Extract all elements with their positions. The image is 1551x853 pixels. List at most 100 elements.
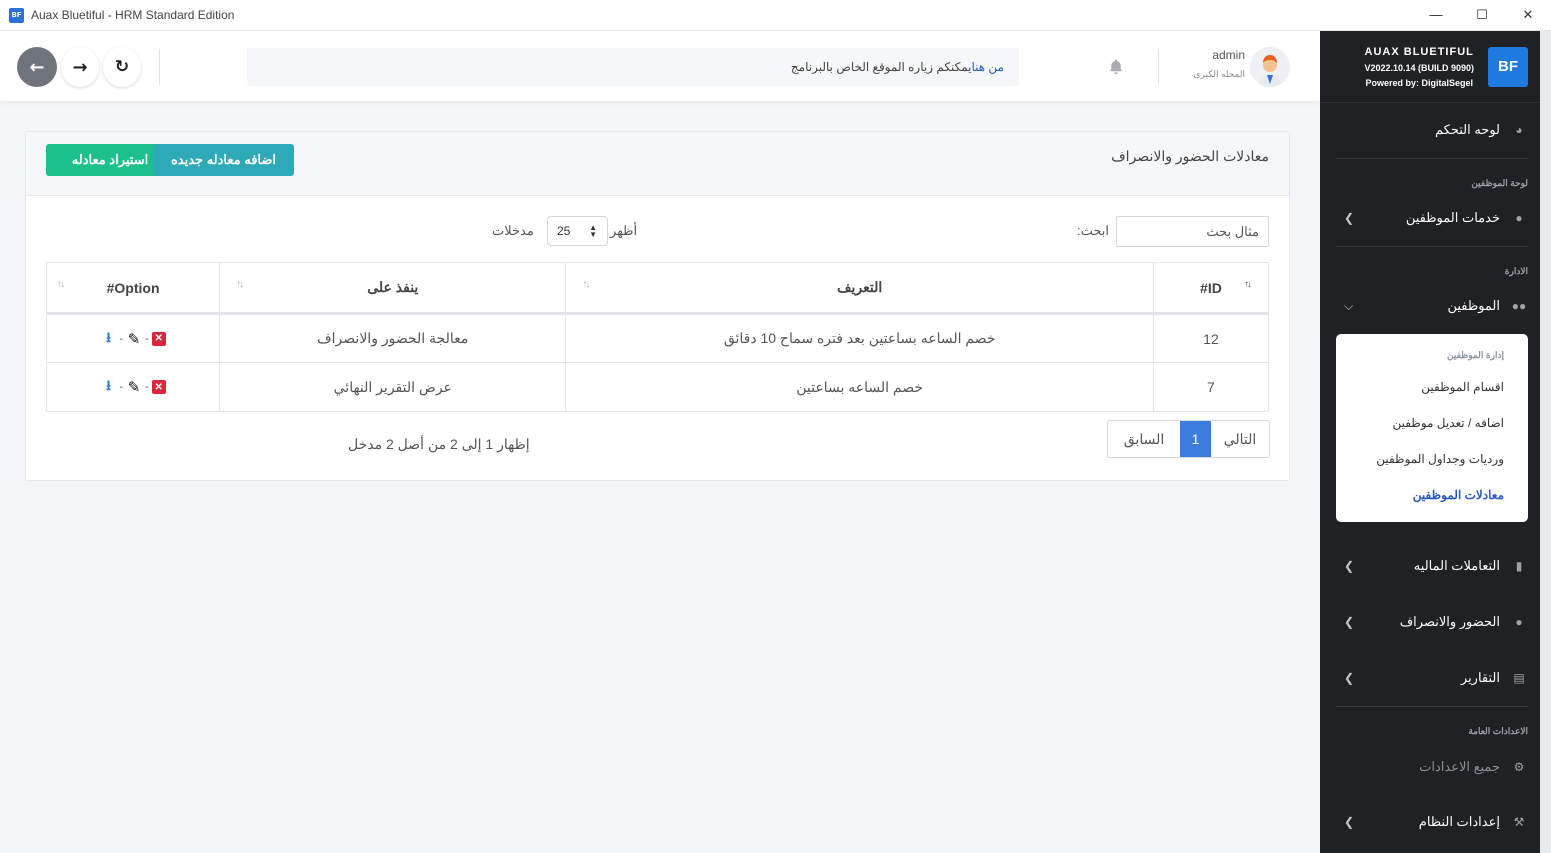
sidebar-divider — [1336, 246, 1528, 247]
user-clock-icon: ● — [1515, 615, 1523, 629]
cell-applies-on: معالجة الحضور والانصراف — [219, 313, 567, 363]
equations-table: ↑↓ #Option ↑↓ ينفذ على ↑↓ التعريف #ID ↑↓ — [45, 262, 1270, 412]
reload-icon: ↻ — [114, 57, 130, 77]
sidebar-divider — [1336, 158, 1528, 159]
sidebar-item-system-settings[interactable]: ❮ إعدادات النظام ⚒ — [1336, 802, 1528, 842]
arrow-right-icon: → — [72, 56, 88, 78]
users-icon: ●● — [1511, 299, 1527, 313]
edit-icon[interactable]: ✎ — [126, 379, 142, 396]
submenu-item-add-edit-employees[interactable]: اضافه / تعديل موظفين — [1392, 416, 1504, 430]
sidebar-item-label: إعدادات النظام — [1418, 814, 1500, 829]
sort-icon: ↑↓ — [582, 279, 590, 290]
submenu-item-departments[interactable]: اقسام الموظفين — [1421, 380, 1504, 394]
column-header-id[interactable]: #ID ↑↓ — [1152, 262, 1270, 315]
sidebar-item-label: لوحه التحكم — [1434, 122, 1500, 137]
user-branch: المحله الكبرى — [1193, 69, 1246, 79]
window-title: Auax Bluetiful - HRM Standard Edition — [31, 8, 235, 22]
table-row: ⭳ - ✎ - ✕ عرض التقرير النهائي خصم الساعه… — [45, 362, 1270, 412]
pagination-next[interactable]: التالي — [1211, 421, 1269, 457]
pagination-previous[interactable]: السابق — [1108, 421, 1180, 457]
sidebar-item-label: التقارير — [1460, 670, 1500, 685]
delete-icon[interactable]: ✕ — [151, 331, 166, 346]
sidebar-item-all-settings[interactable]: جميع الاعدادات ⚙ — [1336, 747, 1528, 787]
pagination: السابق 1 التالي — [1107, 420, 1270, 458]
brand-name: AUAX BLUETIFUL — [1364, 45, 1474, 58]
pagination-page-1[interactable]: 1 — [1180, 421, 1211, 457]
length-show-label: أظهر — [610, 223, 638, 238]
notice-link[interactable]: من هنا — [971, 60, 1004, 74]
cell-definition: خصم الساعه بساعتين — [565, 362, 1154, 412]
sort-icon: ↑↓ — [236, 279, 244, 290]
row-options: ⭳ - ✎ - ✕ — [45, 362, 221, 412]
sidebar: AUAX BLUETIFUL V2022.10.14 (BUILD 9090) … — [1320, 31, 1540, 853]
submenu-item-equations[interactable]: معادلات الموظفين — [1413, 488, 1504, 502]
gears-icon: ⚙ — [1513, 760, 1525, 774]
user-name: admin — [1212, 48, 1245, 62]
table-header-row: ↑↓ #Option ↑↓ ينفذ على ↑↓ التعريف #ID ↑↓ — [45, 262, 1270, 315]
sort-icon: ↑↓ — [57, 279, 65, 290]
user-info[interactable]: admin المحله الكبرى — [1165, 48, 1246, 80]
entries-select[interactable]: 25 ▲ ▼ — [547, 216, 608, 246]
window-controls: ― ☐ ✕ — [1413, 0, 1551, 31]
tools-icon: ⚒ — [1513, 815, 1525, 829]
edit-icon[interactable]: ✎ — [126, 331, 142, 348]
column-label-id: #ID — [1200, 279, 1222, 296]
cell-definition: خصم الساعه بساعتين بعد فتره سماح 10 دقائ… — [565, 313, 1154, 363]
chevron-left-icon: ❮ — [1344, 615, 1355, 629]
sidebar-item-label: الحضور والانصراف — [1399, 614, 1500, 629]
column-header-definition[interactable]: ↑↓ التعريف — [565, 262, 1154, 315]
employees-submenu: إدارة الموظفين اقسام الموظفين اضافه / تع… — [1336, 334, 1528, 522]
column-label-applies-on: ينفذ على — [367, 279, 419, 295]
website-notice: يمكنكم زياره الموقع الخاص بالبرنامج من ه… — [247, 48, 1019, 86]
sidebar-item-label: جميع الاعدادات — [1419, 759, 1500, 774]
cell-id: 12 — [1152, 313, 1270, 363]
window-edge — [1540, 31, 1551, 853]
back-button[interactable]: ← — [17, 47, 57, 87]
bell-icon[interactable] — [1106, 57, 1126, 77]
reload-button[interactable]: ↻ — [103, 47, 141, 87]
length-entries-label: مدخلات — [492, 223, 534, 238]
chevron-left-icon: ❮ — [1344, 671, 1355, 685]
search-label: :ابحث — [1076, 223, 1109, 238]
column-label-option: #Option — [106, 279, 160, 296]
sidebar-item-dashboard[interactable]: لوحه التحكم ◕ — [1336, 110, 1528, 150]
sidebar-item-label: الموظفين — [1447, 298, 1500, 313]
separator: - — [119, 332, 124, 345]
user-icon: ● — [1515, 211, 1523, 225]
sidebar-item-employees[interactable]: ⌵ الموظفين ●● — [1336, 286, 1528, 326]
brand-powered-by: Powered by: DigitalSegel — [1365, 77, 1473, 88]
delete-icon[interactable]: ✕ — [151, 380, 166, 394]
forward-button[interactable]: → — [61, 47, 99, 87]
chevron-left-icon: ❮ — [1344, 211, 1355, 225]
report-icon: ▤ — [1513, 671, 1525, 685]
separator: - — [145, 381, 149, 393]
cell-id: 7 — [1152, 362, 1270, 412]
maximize-icon[interactable]: ☐ — [1459, 0, 1505, 31]
submenu-item-shifts[interactable]: ورديات وجداول الموظفين — [1376, 452, 1504, 466]
search-input[interactable] — [1116, 216, 1269, 247]
chevron-left-icon: ❮ — [1344, 815, 1355, 829]
chevron-left-icon: ❮ — [1344, 559, 1355, 573]
equations-card: استيراد معادله اضافه معادله جديده معادلا… — [25, 131, 1290, 481]
column-header-option[interactable]: ↑↓ #Option — [45, 262, 221, 315]
download-icon[interactable]: ⭳ — [100, 377, 116, 395]
avatar[interactable] — [1250, 47, 1290, 87]
minimize-icon[interactable]: ― — [1413, 0, 1459, 31]
add-equation-button[interactable]: اضافه معادله جديده — [153, 144, 294, 176]
chevron-down-icon: ⌵ — [1344, 298, 1354, 313]
sidebar-item-financial[interactable]: ❮ التعاملات الماليه ▮ — [1336, 546, 1528, 586]
column-label-definition: التعريف — [837, 279, 883, 295]
sidebar-divider — [1336, 706, 1528, 707]
brand-logo-icon: BF — [1488, 46, 1528, 87]
close-icon[interactable]: ✕ — [1505, 0, 1551, 31]
sidebar-item-attendance[interactable]: ❮ الحضور والانصراف ● — [1336, 602, 1528, 642]
dashboard-icon: ◕ — [1515, 123, 1523, 137]
sidebar-item-reports[interactable]: ❮ التقارير ▤ — [1336, 658, 1528, 698]
sidebar-item-label: التعاملات الماليه — [1413, 558, 1500, 573]
column-header-applies-on[interactable]: ↑↓ ينفذ على — [219, 262, 567, 315]
cell-applies-on: عرض التقرير النهائي — [219, 362, 567, 412]
sidebar-item-employee-services[interactable]: ❮ خدمات الموظفين ● — [1336, 198, 1528, 238]
notice-text: يمكنكم زياره الموقع الخاص بالبرنامج — [790, 60, 972, 74]
download-icon[interactable]: ⭳ — [100, 329, 116, 347]
brand: AUAX BLUETIFUL V2022.10.14 (BUILD 9090) … — [1320, 31, 1540, 103]
